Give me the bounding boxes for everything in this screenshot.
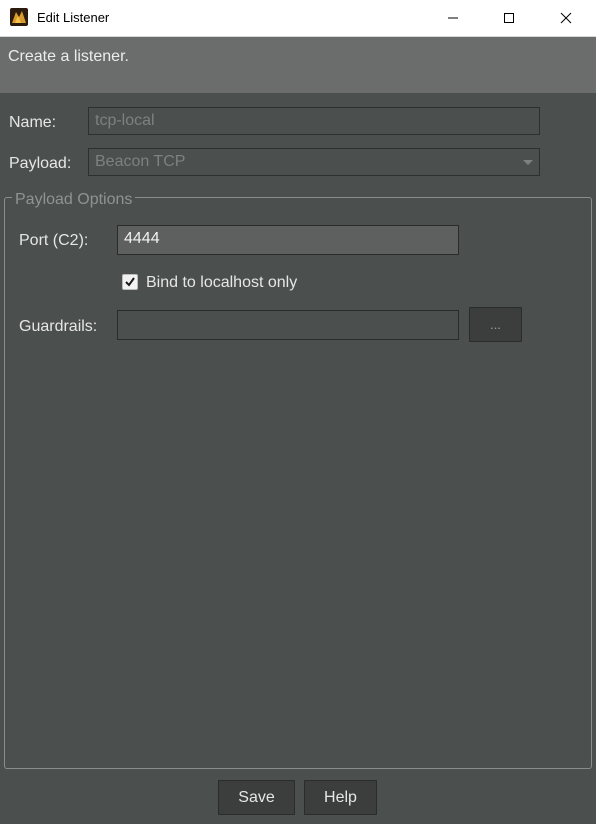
port-field[interactable]: 4444 bbox=[117, 225, 459, 255]
name-label: Name: bbox=[9, 114, 57, 131]
maximize-icon bbox=[504, 13, 514, 23]
checkmark-icon bbox=[125, 277, 135, 287]
app-icon bbox=[10, 8, 28, 26]
name-field[interactable]: tcp-local bbox=[88, 107, 540, 135]
description-text: Create a listener. bbox=[8, 48, 129, 65]
guardrails-field[interactable] bbox=[117, 310, 459, 340]
browse-label: ... bbox=[490, 317, 501, 332]
payload-value: Beacon TCP bbox=[95, 153, 186, 170]
title-bar[interactable]: Edit Listener bbox=[0, 0, 596, 37]
chevron-down-icon bbox=[523, 160, 533, 165]
port-label: Port (C2): bbox=[19, 232, 89, 249]
window-title: Edit Listener bbox=[37, 10, 110, 25]
payload-options-group bbox=[4, 197, 592, 769]
close-button[interactable] bbox=[543, 0, 589, 36]
minimize-icon bbox=[448, 17, 458, 19]
save-button[interactable]: Save bbox=[218, 780, 295, 815]
close-icon bbox=[560, 12, 572, 24]
payload-label: Payload: bbox=[9, 155, 72, 172]
guardrails-label: Guardrails: bbox=[19, 318, 98, 335]
minimize-button[interactable] bbox=[430, 0, 476, 36]
payload-dropdown[interactable]: Beacon TCP bbox=[88, 148, 540, 176]
maximize-button[interactable] bbox=[486, 0, 532, 36]
payload-options-legend: Payload Options bbox=[12, 191, 136, 209]
bind-localhost-label: Bind to localhost only bbox=[146, 274, 298, 291]
bind-localhost-checkbox[interactable] bbox=[122, 274, 138, 290]
guardrails-browse-button[interactable]: ... bbox=[469, 307, 522, 342]
help-button[interactable]: Help bbox=[304, 780, 377, 815]
